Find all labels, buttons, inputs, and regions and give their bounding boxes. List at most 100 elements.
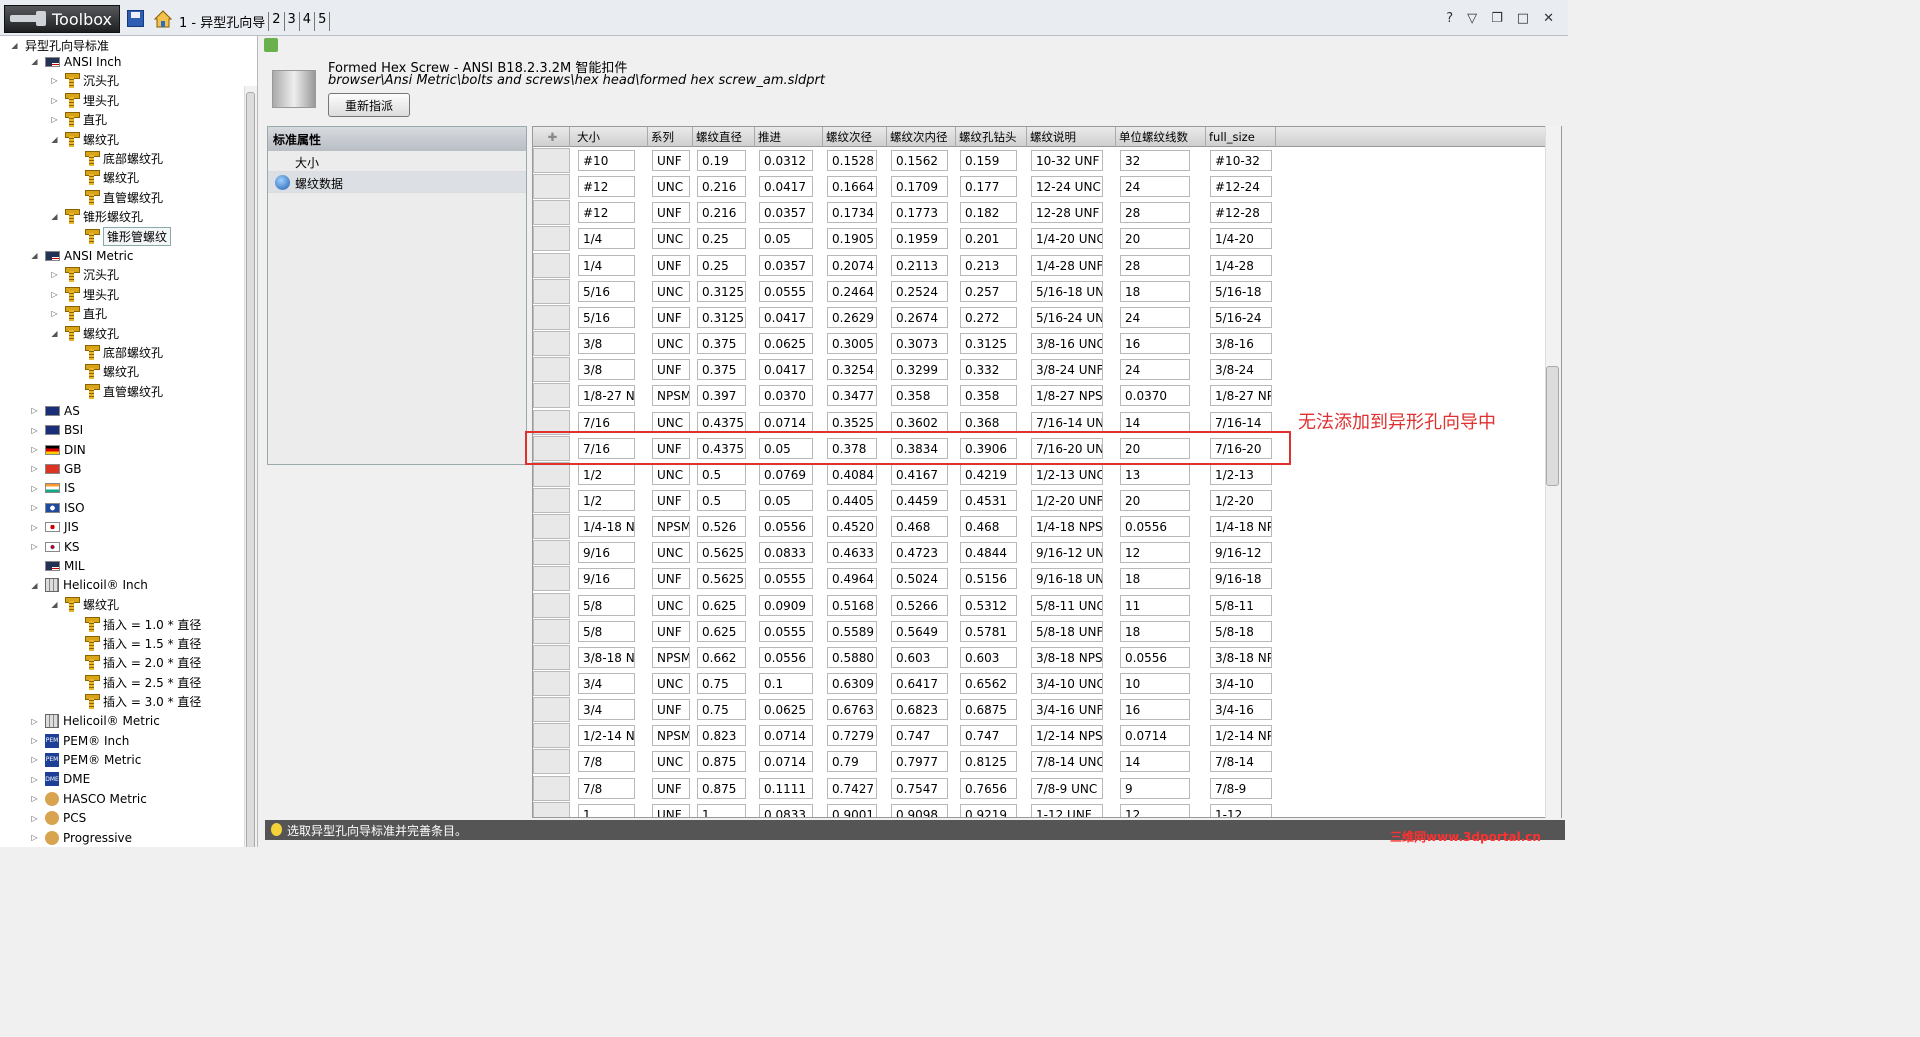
table-cell[interactable]: 0.5 [697,463,746,485]
table-cell[interactable]: 1/4 [578,254,635,276]
table-cell[interactable]: 0.0312 [759,150,813,171]
sidebar-item[interactable]: ▷ JIS [30,518,78,537]
sidebar-item[interactable]: 插入 = 2.0 * 直径 [70,653,201,672]
table-cell[interactable]: 0.216 [697,202,746,224]
sidebar-item[interactable]: 插入 = 3.0 * 直径 [70,692,201,711]
sidebar-item[interactable]: 底部螺纹孔 [70,149,163,168]
table-cell[interactable]: 3/8 [578,333,635,355]
row-selector[interactable] [533,592,570,618]
table-cell[interactable]: 24 [1120,306,1190,328]
table-cell[interactable]: 0.201 [960,228,1017,250]
table-cell[interactable]: 28 [1120,202,1190,224]
table-cell[interactable]: 0.1734 [827,202,877,224]
table-cell[interactable]: 0.177 [960,176,1017,198]
table-cell[interactable]: 0.2674 [891,306,948,328]
sidebar-item[interactable]: ◢ 锥形螺纹孔 [50,207,143,226]
table-cell[interactable]: 0.2524 [891,280,948,302]
expand-arrow-icon[interactable]: ▷ [30,464,39,473]
table-cell[interactable]: 0.5 [697,489,746,511]
expand-arrow-icon[interactable]: ▷ [30,503,39,512]
expand-arrow-icon[interactable]: ▷ [30,445,39,454]
row-selector[interactable] [533,226,570,252]
table-cell[interactable]: 0.0909 [759,594,813,616]
table-cell[interactable]: 1 [578,803,635,817]
table-cell[interactable]: 5/16 [578,280,635,302]
table-cell[interactable]: 1/4-18 NPS [1210,516,1272,538]
table-cell[interactable]: 5/8-11 [1210,594,1272,616]
table-cell[interactable]: 0.8125 [960,751,1017,773]
table-cell[interactable]: 0.0625 [759,699,813,721]
table-cell[interactable]: 0.1709 [891,176,948,198]
table-cell[interactable]: 10-32 UNF [1031,150,1103,171]
table-cell[interactable]: 9/16-18 [1210,568,1272,590]
row-selector[interactable] [533,174,570,200]
sidebar-item[interactable]: ▷ GB [30,459,81,478]
table-cell[interactable]: UNF [652,620,690,642]
sidebar-item[interactable]: ▷ DIN [30,440,85,459]
table-cell[interactable]: 3/8-16 UNC [1031,333,1103,355]
table-cell[interactable]: 24 [1120,359,1190,381]
table-cell[interactable]: 0.5156 [960,568,1017,590]
table-cell[interactable]: 3/8-24 UNF [1031,359,1103,381]
table-cell[interactable]: 0.9219 [960,803,1017,817]
column-header[interactable]: 螺纹直径 [693,127,755,147]
table-cell[interactable]: 1/8-27 NF [578,385,635,407]
collapse-arrow-icon[interactable]: ◢ [50,600,59,609]
table-cell[interactable]: UNC [652,673,690,694]
row-selector[interactable] [533,331,570,357]
table-cell[interactable]: UNF [652,777,690,799]
sidebar-item[interactable]: ▷ 埋头孔 [50,285,119,304]
sidebar-item[interactable]: 底部螺纹孔 [70,343,163,362]
table-cell[interactable]: 0.3254 [827,359,877,381]
sidebar-item[interactable]: ▷ BSI [30,421,83,440]
save-icon[interactable] [127,10,144,27]
column-header[interactable]: 螺纹孔钻头 [956,127,1027,147]
sidebar-item[interactable]: ▷ PEM PEM® Inch [30,731,129,750]
table-cell[interactable]: 0.4375 [697,411,746,433]
table-cell[interactable]: 0.662 [697,646,746,668]
table-cell[interactable]: 9/16-12 UNC [1031,542,1103,564]
table-cell[interactable]: #12 [578,202,635,224]
row-selector[interactable] [533,801,570,817]
table-cell[interactable]: UNC [652,411,690,433]
sidebar-item[interactable]: ▷ DME DME [30,770,90,789]
sidebar-item[interactable]: 螺纹孔 [70,362,139,381]
row-selector[interactable] [533,252,570,278]
table-cell[interactable]: 0.5781 [960,620,1017,642]
table-cell[interactable]: 0.9098 [891,803,948,817]
collapse-arrow-icon[interactable]: ◢ [50,329,59,338]
sidebar-item[interactable]: ▷ Helicoil® Metric [30,712,160,731]
table-cell[interactable]: 5/8-11 UNC [1031,594,1103,616]
sidebar-item[interactable]: ▷ 直孔 [50,110,107,129]
sidebar-scroll-thumb[interactable] [246,92,255,847]
expand-arrow-icon[interactable]: ▷ [50,115,59,124]
expand-arrow-icon[interactable]: ▷ [30,717,39,726]
table-cell[interactable]: 0.0833 [759,542,813,564]
table-cell[interactable]: UNC [652,228,690,250]
table-cell[interactable]: 18 [1120,568,1190,590]
table-cell[interactable]: 0.4167 [891,463,948,485]
column-header[interactable]: full_size [1206,127,1276,147]
toolbar-tab-3[interactable]: 3 [285,12,300,31]
table-cell[interactable]: UNF [652,359,690,381]
table-cell[interactable]: 0.4520 [827,516,877,538]
table-cell[interactable]: NPSM [652,516,690,538]
sidebar-item[interactable]: 螺纹孔 [70,168,139,187]
table-cell[interactable]: 0.216 [697,176,746,198]
property-item[interactable]: 螺纹数据 [268,172,526,193]
row-selector[interactable] [533,148,570,173]
sidebar-item[interactable]: ◢ 螺纹孔 [50,130,119,149]
sidebar-item[interactable]: ▷ IS [30,479,75,498]
table-cell[interactable]: 0.397 [697,385,746,407]
table-cell[interactable]: 0.2074 [827,254,877,276]
sidebar-item[interactable]: 锥形管螺纹 [70,226,172,246]
table-cell[interactable]: 9/16 [578,542,635,564]
table-cell[interactable]: 0.257 [960,280,1017,302]
table-cell[interactable]: 0.747 [960,725,1017,747]
sidebar-item[interactable]: 插入 = 1.0 * 直径 [70,615,201,634]
table-cell[interactable]: 7/16 [578,411,635,433]
table-cell[interactable]: 0.625 [697,620,746,642]
table-cell[interactable]: 7/16-14 [1210,411,1272,433]
table-cell[interactable]: 0.7279 [827,725,877,747]
table-cell[interactable]: UNC [652,176,690,198]
